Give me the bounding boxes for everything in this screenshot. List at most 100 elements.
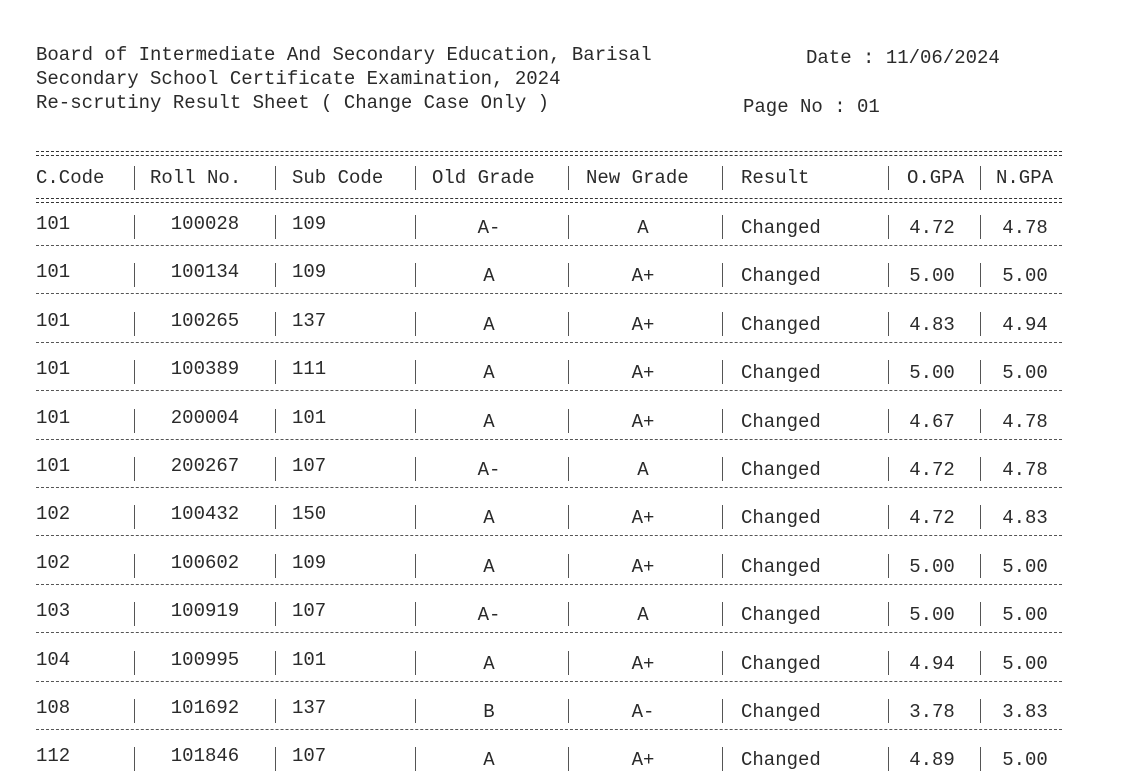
cell-ngpa: 4.83 (1002, 507, 1048, 530)
cell-ogpa: 4.94 (909, 652, 955, 675)
column-divider (415, 747, 416, 771)
cell-ccode: 102 (36, 551, 71, 574)
column-divider (980, 650, 981, 675)
row-separator (36, 729, 1062, 730)
cell-result: Changed (741, 313, 821, 336)
column-divider (134, 215, 135, 239)
column-divider (275, 602, 276, 627)
column-divider (415, 457, 416, 481)
column-divider (888, 360, 889, 385)
cell-old: A- (477, 459, 501, 481)
column-divider (980, 602, 981, 627)
column-divider (134, 263, 135, 288)
cell-old: A- (477, 217, 501, 239)
cell-result: Changed (741, 362, 821, 385)
column-divider (722, 505, 723, 530)
cell-ngpa: 5.00 (1002, 555, 1048, 578)
column-divider (568, 360, 569, 385)
column-divider (980, 408, 981, 433)
column-divider (568, 457, 569, 481)
cell-ogpa: 4.72 (909, 217, 955, 239)
column-divider (722, 457, 723, 481)
column-divider (415, 505, 416, 530)
cell-sub: 137 (292, 697, 327, 719)
cell-old: A- (477, 604, 501, 627)
column-divider (134, 166, 135, 190)
cell-ogpa: 4.72 (909, 459, 955, 481)
column-divider (275, 408, 276, 433)
cell-ogpa: 4.67 (909, 410, 955, 433)
column-divider (980, 747, 981, 771)
cell-ccode: 102 (36, 503, 71, 526)
column-divider (568, 553, 569, 578)
column-divider (888, 215, 889, 239)
cell-ccode: 112 (36, 745, 71, 768)
cell-old: B (483, 701, 495, 723)
cell-roll: 100919 (170, 600, 240, 623)
column-header: Sub Code (292, 167, 384, 189)
column-divider (134, 360, 135, 385)
column-divider (568, 747, 569, 771)
column-divider (888, 408, 889, 433)
column-divider (888, 699, 889, 723)
cell-roll: 101846 (170, 745, 240, 768)
column-divider (888, 457, 889, 481)
cell-ccode: 101 (36, 213, 71, 235)
column-header: O.GPA (907, 167, 965, 189)
cell-ccode: 101 (36, 406, 71, 429)
cell-ccode: 104 (36, 648, 71, 671)
cell-ogpa: 5.00 (909, 604, 955, 627)
cell-roll: 100028 (170, 213, 240, 235)
cell-new: A- (631, 701, 655, 723)
column-divider (568, 263, 569, 288)
cell-new: A (637, 459, 649, 481)
column-divider (980, 699, 981, 723)
cell-new: A+ (631, 555, 655, 578)
cell-ogpa: 4.89 (909, 749, 955, 771)
exam-name: Secondary School Certificate Examination… (36, 68, 561, 90)
row-separator (36, 438, 1062, 440)
cell-roll: 100602 (170, 551, 240, 574)
cell-ngpa: 5.00 (1002, 652, 1048, 675)
page-number: Page No : 01 (743, 96, 880, 118)
cell-new: A+ (631, 410, 655, 433)
cell-new: A (637, 604, 649, 627)
cell-result: Changed (741, 217, 821, 239)
cell-new: A+ (631, 313, 655, 336)
column-divider (415, 650, 416, 675)
column-divider (415, 311, 416, 336)
cell-roll: 200267 (170, 455, 240, 477)
row-separator (36, 293, 1062, 295)
cell-sub: 109 (292, 551, 327, 574)
cell-old: A (483, 555, 495, 578)
column-divider (568, 602, 569, 627)
row-separator (36, 632, 1062, 634)
column-divider (275, 699, 276, 723)
column-divider (275, 166, 276, 190)
column-divider (980, 215, 981, 239)
column-divider (888, 263, 889, 288)
cell-result: Changed (741, 604, 821, 627)
cell-sub: 109 (292, 261, 327, 284)
cell-sub: 109 (292, 213, 327, 235)
row-separator (36, 245, 1062, 246)
sheet-title: Re-scrutiny Result Sheet ( Change Case O… (36, 92, 550, 114)
cell-old: A (483, 362, 495, 385)
column-header: N.GPA (996, 167, 1054, 189)
column-divider (275, 263, 276, 288)
column-header: Old Grade (432, 167, 535, 189)
cell-new: A+ (631, 749, 655, 771)
cell-ccode: 101 (36, 455, 71, 477)
cell-sub: 101 (292, 406, 327, 429)
column-divider (415, 215, 416, 239)
column-divider (134, 602, 135, 627)
cell-result: Changed (741, 652, 821, 675)
column-divider (722, 602, 723, 627)
cell-ngpa: 3.83 (1002, 701, 1048, 723)
column-divider (415, 166, 416, 190)
cell-old: A (483, 313, 495, 336)
column-divider (275, 457, 276, 481)
column-divider (134, 553, 135, 578)
column-divider (980, 263, 981, 288)
column-divider (134, 505, 135, 530)
